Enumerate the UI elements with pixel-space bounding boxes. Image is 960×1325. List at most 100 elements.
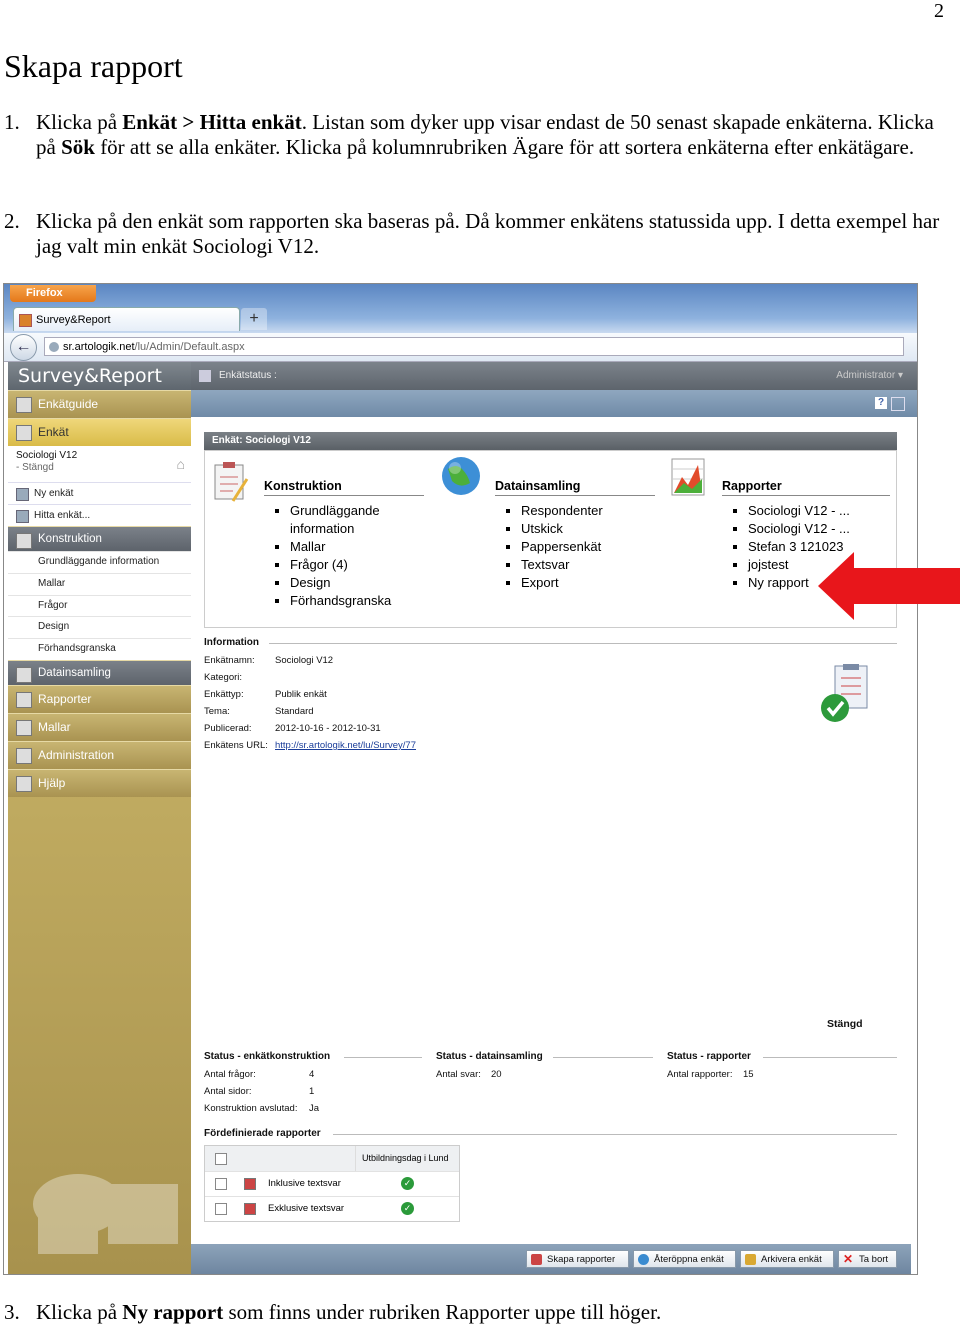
sidebar-item-hitta-enkat[interactable]: Hitta enkät... — [8, 504, 191, 526]
sidebar-item-hjalp[interactable]: Hjälp — [8, 768, 191, 797]
sidebar-item-rapporter[interactable]: Rapporter — [8, 684, 191, 713]
app-logo: Survey&Report — [8, 362, 191, 390]
emphasis: Enkät > Hitta enkät — [122, 110, 302, 134]
info-row: Kategori: — [204, 672, 243, 683]
construction-icon — [16, 533, 32, 549]
sidebar-item-konstruktion[interactable]: Konstruktion — [8, 526, 191, 551]
survey-panel: Konstruktion Grundläggande information M… — [204, 450, 897, 628]
sidebar-item-enkatguide[interactable]: Enkätguide — [8, 390, 191, 418]
table-row[interactable]: Inklusive textsvar ✓ — [205, 1171, 459, 1197]
info-row: Enkätnamn: Sociologi V12 — [204, 655, 334, 666]
link-report[interactable]: Sociologi V12 - ... — [748, 520, 890, 538]
sidebar-subitem[interactable]: Mallar — [8, 572, 191, 595]
footer-toolbar: Skapa rapporter Återöppna enkät Arkivera… — [191, 1244, 911, 1274]
report-icon — [531, 1254, 542, 1265]
people-icon — [16, 666, 32, 683]
popout-icon[interactable] — [891, 397, 905, 411]
globe-icon — [638, 1254, 649, 1265]
link-textsvar[interactable]: Textsvar — [521, 556, 655, 574]
link-export[interactable]: Export — [521, 574, 655, 592]
user-menu[interactable]: Administrator ▾ — [836, 362, 903, 390]
closed-status-icon — [821, 664, 868, 722]
new-tab-button[interactable]: + — [241, 308, 267, 330]
status-label: Stängd — [827, 1018, 863, 1030]
skapa-rapporter-button[interactable]: Skapa rapporter — [526, 1250, 629, 1268]
url-bar[interactable]: sr.artologik.net/lu/Admin/Default.aspx — [44, 337, 904, 356]
step-text: Klicka på den enkät som rapporten ska ba… — [36, 209, 940, 258]
column-title: Rapporter — [722, 479, 890, 496]
link-design[interactable]: Design — [290, 574, 424, 592]
link-respondenter[interactable]: Respondenter — [521, 502, 655, 520]
document-title: Skapa rapport — [4, 48, 183, 84]
admin-icon — [16, 747, 32, 764]
page-number: 2 — [934, 0, 944, 22]
step-number: 3. — [4, 1300, 20, 1324]
row-checkbox[interactable] — [215, 1178, 227, 1190]
ateroppna-button[interactable]: Återöppna enkät — [633, 1250, 736, 1268]
status-row: Antal rapporter: 15 — [667, 1069, 754, 1080]
status-row: Konstruktion avslutad: Ja — [204, 1103, 320, 1114]
back-arrow-icon[interactable]: ← — [10, 334, 37, 361]
home-icon[interactable]: ⌂ — [177, 457, 185, 471]
panel-header: Enkät: Sociologi V12 — [204, 432, 897, 450]
sidebar-subitem[interactable]: Design — [8, 616, 191, 639]
select-all-checkbox[interactable] — [215, 1153, 227, 1165]
link-grundlaggande[interactable]: Grundläggande information — [290, 502, 400, 538]
survey-url-link[interactable]: http://sr.artologik.net/lu/Survey/77 — [275, 740, 416, 751]
arkivera-button[interactable]: Arkivera enkät — [740, 1250, 834, 1268]
app-topbar: Enkätstatus : Administrator ▾ — [191, 362, 917, 390]
link-report[interactable]: Sociologi V12 - ... — [748, 502, 890, 520]
status-header: Status - datainsamling — [436, 1051, 543, 1062]
firefox-menu-button[interactable]: Firefox — [10, 285, 96, 302]
row-checkbox[interactable] — [215, 1203, 227, 1215]
step-2: 2. Klicka på den enkät som rapporten ska… — [4, 209, 944, 259]
table-row[interactable]: Exklusive textsvar ✓ — [205, 1196, 459, 1221]
report-icon — [244, 1203, 256, 1215]
emphasis: Ny rapport — [122, 1300, 224, 1324]
step-number: 1. — [4, 110, 20, 134]
report-icon — [244, 1178, 256, 1190]
help-button[interactable]: ? — [875, 397, 887, 409]
status-header: Status - enkätkonstruktion — [204, 1051, 331, 1062]
emphasis: Sök — [61, 135, 95, 159]
sidebar-item-ny-enkat[interactable]: Ny enkät — [8, 482, 191, 504]
link-pappersenkat[interactable]: Pappersenkät — [521, 538, 655, 556]
datainsamling-column: Datainsamling Respondenter Utskick Pappe… — [495, 479, 655, 592]
info-row: Enkättyp: Publik enkät — [204, 689, 327, 700]
info-row: Enkätens URL: http://sr.artologik.net/lu/… — [204, 740, 416, 751]
browser-navbar: ← sr.artologik.net/lu/Admin/Default.aspx — [4, 333, 917, 362]
sidebar-subitem[interactable]: Frågor — [8, 594, 191, 617]
clipboard-icon — [214, 462, 249, 502]
browser-tab[interactable]: Survey&Report — [13, 307, 240, 331]
table-header-row: Utbildningsdag i Lund — [205, 1146, 459, 1172]
link-fragor[interactable]: Frågor (4) — [290, 556, 424, 574]
sidebar-item-mallar[interactable]: Mallar — [8, 712, 191, 741]
sidebar-item-enkat[interactable]: Enkät — [8, 418, 191, 446]
step-number: 2. — [4, 209, 20, 233]
sidebar-subitem[interactable]: Förhandsgranska — [8, 638, 191, 660]
link-utskick[interactable]: Utskick — [521, 520, 655, 538]
favicon-icon — [19, 314, 32, 327]
check-icon: ✓ — [401, 1177, 414, 1190]
help-icon — [16, 775, 32, 792]
close-icon: ✕ — [843, 1252, 854, 1266]
link-forhandsgranska[interactable]: Förhandsgranska — [290, 592, 424, 610]
step-3: 3. Klicka på Ny rapport som finns under … — [4, 1300, 944, 1325]
link-mallar[interactable]: Mallar — [290, 538, 424, 556]
info-row: Tema: Standard — [204, 706, 314, 717]
decorative-chart-icon — [33, 1174, 178, 1254]
check-icon: ✓ — [401, 1202, 414, 1215]
ta-bort-button[interactable]: ✕ Ta bort — [838, 1250, 897, 1268]
sidebar-item-datainsamling[interactable]: Datainsamling — [8, 659, 191, 685]
divider — [269, 643, 897, 644]
info-row: Publicerad: 2012-10-16 - 2012-10-31 — [204, 723, 381, 734]
red-arrow-icon — [818, 552, 960, 620]
sidebar-subitem[interactable]: Grundläggande information — [8, 551, 191, 573]
step-text: Klicka på Enkät > Hitta enkät. Listan so… — [36, 110, 934, 159]
sidebar-item-administration[interactable]: Administration — [8, 740, 191, 769]
status-header: Status - rapporter — [667, 1051, 751, 1062]
step-1: 1. Klicka på Enkät > Hitta enkät. Listan… — [4, 110, 944, 160]
predefined-header: Fördefinierade rapporter — [204, 1128, 321, 1139]
archive-icon — [745, 1254, 756, 1265]
divider — [344, 1057, 422, 1058]
